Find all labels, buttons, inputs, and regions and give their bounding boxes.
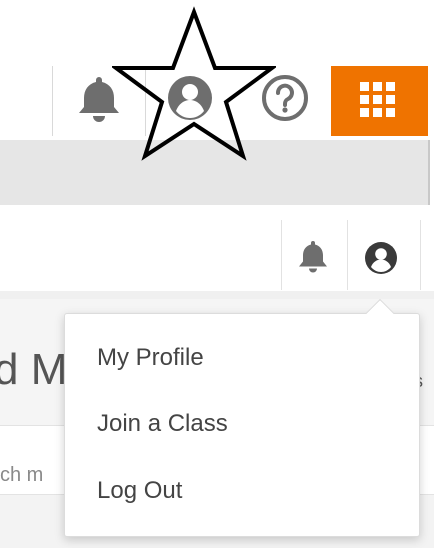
section-title-fragment: d M (0, 345, 68, 394)
menu-item-my-profile[interactable]: My Profile (97, 344, 204, 372)
screenshot-stage: d M s ch m My Profile Join a Class Log O… (0, 0, 434, 548)
menu-item-join-a-class[interactable]: Join a Class (97, 410, 228, 438)
bell-icon[interactable] (296, 239, 330, 275)
search-input-fragment[interactable]: ch m (0, 464, 43, 487)
header-divider (281, 220, 282, 290)
help-icon[interactable] (261, 74, 309, 122)
bell-icon[interactable] (74, 74, 124, 122)
header-divider (52, 66, 53, 136)
header-divider (347, 220, 348, 290)
header-divider (420, 220, 421, 290)
header-divider (145, 66, 146, 136)
header-subbar (0, 140, 428, 205)
apps-grid-icon (360, 82, 395, 117)
header-right-edge (428, 66, 434, 205)
user-menu-dropdown: My Profile Join a Class Log Out (64, 313, 420, 537)
user-icon[interactable] (364, 241, 398, 275)
header-with-user-menu: d M s ch m My Profile Join a Class Log O… (0, 205, 434, 548)
menu-item-log-out[interactable]: Log Out (97, 477, 182, 505)
user-icon[interactable] (166, 74, 214, 122)
zoomed-header-panel (0, 0, 434, 205)
subheader-band (0, 291, 434, 299)
apps-button[interactable] (331, 66, 428, 136)
